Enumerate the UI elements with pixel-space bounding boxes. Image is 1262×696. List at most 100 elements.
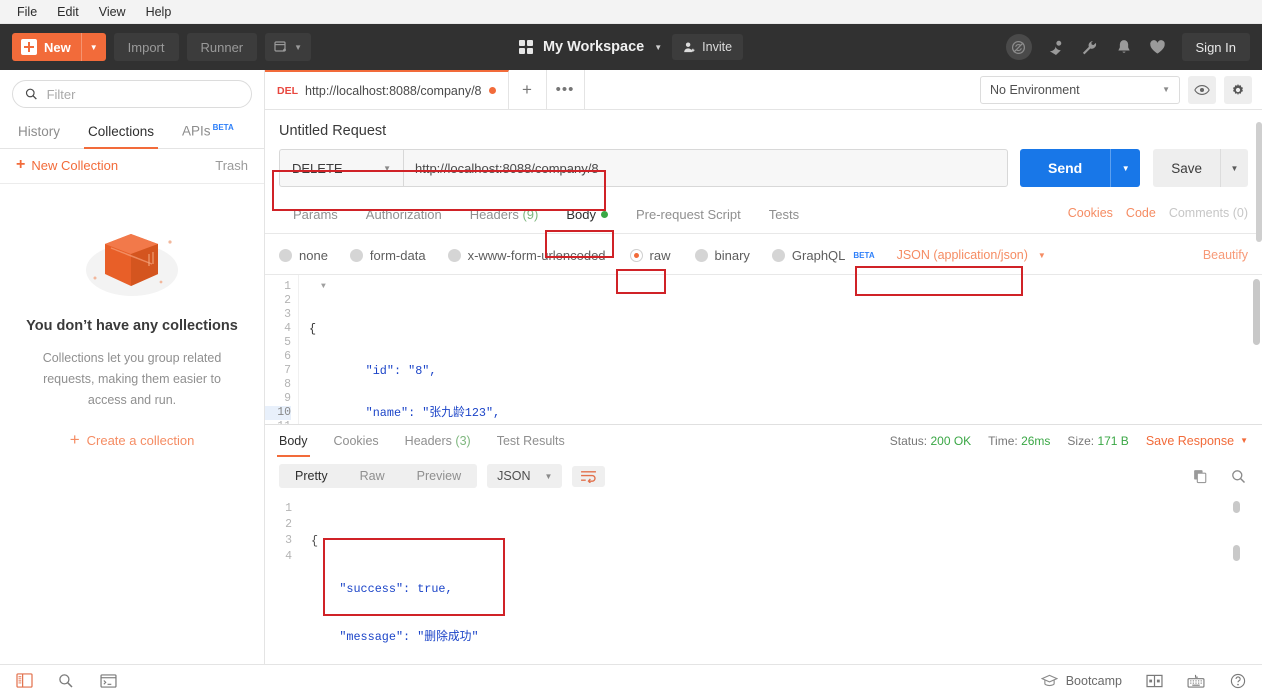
toolbar-right-group: Sign In xyxy=(1005,33,1250,61)
environment-settings-button[interactable] xyxy=(1224,75,1252,104)
response-scrollbar-thumb-2[interactable] xyxy=(1233,545,1240,561)
line-number: 4 xyxy=(284,322,291,335)
save-button[interactable]: Save xyxy=(1153,149,1220,187)
console-icon[interactable] xyxy=(98,671,118,691)
sign-in-button[interactable]: Sign In xyxy=(1181,33,1250,61)
bootcamp-button[interactable]: Bootcamp xyxy=(1040,674,1122,688)
response-body[interactable]: 1 2 3 4 { "success": true, "message": "删… xyxy=(265,495,1262,664)
url-input[interactable] xyxy=(415,160,996,176)
filter-input[interactable] xyxy=(46,86,239,102)
environment-bar: No Environment ▼ xyxy=(966,70,1262,109)
unsaved-indicator-icon xyxy=(488,87,496,94)
body-type-form-data[interactable]: form-data xyxy=(349,248,426,263)
help-icon[interactable] xyxy=(1228,671,1248,691)
tab-tests[interactable]: Tests xyxy=(755,201,813,233)
tab-body[interactable]: Body xyxy=(552,201,622,233)
send-options-button[interactable]: ▼ xyxy=(1110,149,1141,187)
menu-item-file[interactable]: File xyxy=(8,3,46,21)
environment-quick-look-button[interactable] xyxy=(1188,75,1216,104)
trash-button[interactable]: Trash xyxy=(215,158,248,173)
chevron-down-icon[interactable]: ▼ xyxy=(82,43,106,52)
response-format-select[interactable]: JSON ▼ xyxy=(487,464,563,488)
save-options-button[interactable]: ▼ xyxy=(1220,149,1248,187)
request-pane-scrollbar[interactable] xyxy=(1256,122,1262,462)
beta-badge: BETA xyxy=(853,250,875,260)
body-type-binary[interactable]: binary xyxy=(694,247,750,263)
satellite-icon[interactable] xyxy=(1046,37,1066,57)
save-group: Save ▼ xyxy=(1153,149,1248,187)
workspace-name[interactable]: My Workspace xyxy=(543,39,644,55)
tab-options-button[interactable]: ••• xyxy=(546,70,585,109)
response-tab-headers[interactable]: Headers (3) xyxy=(405,425,471,457)
response-tab-cookies[interactable]: Cookies xyxy=(334,425,379,457)
body-type-graphql[interactable]: GraphQL BETA xyxy=(771,247,875,263)
bell-icon[interactable] xyxy=(1114,37,1134,57)
save-response-button[interactable]: Save Response ▼ xyxy=(1146,434,1248,448)
two-pane-layout-icon[interactable] xyxy=(1144,671,1164,691)
filter-wrapper xyxy=(0,70,264,116)
menu-item-help[interactable]: Help xyxy=(137,3,181,21)
body-type-none[interactable]: none xyxy=(279,248,328,263)
find-icon[interactable] xyxy=(56,671,76,691)
new-window-button[interactable]: ▼ xyxy=(265,33,312,61)
new-collection-button[interactable]: + New Collection xyxy=(16,157,119,173)
response-tab-test-results[interactable]: Test Results xyxy=(497,425,565,457)
code-link[interactable]: Code xyxy=(1126,206,1156,220)
response-tab-body[interactable]: Body xyxy=(277,425,309,457)
tab-pre-request-script[interactable]: Pre-request Script xyxy=(622,201,755,233)
body-type-label: GraphQL xyxy=(791,247,846,263)
radio-icon xyxy=(349,248,363,262)
response-view-modes: Pretty Raw Preview xyxy=(279,464,478,488)
tab-label: Body xyxy=(566,207,596,222)
sidebar-tab-collections[interactable]: Collections xyxy=(74,117,168,149)
filter-box[interactable] xyxy=(12,80,252,108)
url-input-wrapper[interactable] xyxy=(403,149,1008,187)
wrench-icon[interactable] xyxy=(1080,37,1100,57)
create-collection-button[interactable]: + Create a collection xyxy=(70,431,195,448)
heart-icon[interactable] xyxy=(1148,37,1168,57)
chevron-down-icon[interactable]: ▼ xyxy=(654,43,662,52)
copy-icon[interactable] xyxy=(1190,466,1210,486)
beautify-button[interactable]: Beautify xyxy=(1203,248,1248,262)
tab-headers[interactable]: Headers (9) xyxy=(456,201,553,233)
chevron-down-icon: ▼ xyxy=(294,42,303,52)
new-collection-label: New Collection xyxy=(31,157,119,173)
menu-item-edit[interactable]: Edit xyxy=(48,3,88,21)
sidebar-tab-history[interactable]: History xyxy=(4,117,74,148)
response-scrollbar-thumb[interactable] xyxy=(1233,501,1240,513)
http-method-select[interactable]: DELETE ▼ xyxy=(279,149,403,187)
content-type-select[interactable]: JSON (application/json) ▼ xyxy=(887,245,1056,265)
comments-link[interactable]: Comments (0) xyxy=(1169,206,1248,220)
request-body-editor[interactable]: 1 2 3 4 5 6 7 8 9 10 11 ▼ { "id": "8", xyxy=(265,274,1262,424)
editor-code[interactable]: ▼ { "id": "8", "name": "张九龄123", "expira… xyxy=(299,275,1262,424)
send-button[interactable]: Send xyxy=(1019,149,1111,187)
sidebar-tab-apis[interactable]: APIs BETA xyxy=(168,116,248,148)
request-tab[interactable]: DEL http://localhost:8088/company/8 xyxy=(265,70,509,109)
tab-label: Test Results xyxy=(496,433,565,448)
environment-select[interactable]: No Environment ▼ xyxy=(980,75,1180,104)
menu-item-view[interactable]: View xyxy=(90,3,135,21)
body-type-label: binary xyxy=(714,247,750,263)
fold-arrow-icon[interactable]: ▼ xyxy=(321,280,326,294)
request-title: Untitled Request xyxy=(279,123,387,139)
cookies-link[interactable]: Cookies xyxy=(1068,206,1113,220)
grid-icon xyxy=(518,40,533,54)
keyboard-shortcuts-icon[interactable] xyxy=(1186,671,1206,691)
add-tab-button[interactable]: + xyxy=(508,70,547,109)
tab-authorization[interactable]: Authorization xyxy=(352,201,456,233)
tab-params[interactable]: Params xyxy=(279,201,352,233)
wrap-lines-button[interactable] xyxy=(572,465,606,487)
runner-button[interactable]: Runner xyxy=(186,33,258,61)
import-button[interactable]: Import xyxy=(113,33,179,61)
body-type-x-www-form-urlencoded[interactable]: x-www-form-urlencoded xyxy=(447,248,606,263)
sync-disabled-icon[interactable] xyxy=(1005,34,1032,60)
invite-button[interactable]: Invite xyxy=(672,34,744,60)
new-button[interactable]: New ▼ xyxy=(12,33,106,61)
body-type-raw[interactable]: raw xyxy=(629,248,671,263)
radio-icon xyxy=(771,248,785,262)
sidebar-toggle-icon[interactable] xyxy=(14,671,34,691)
view-mode-pretty[interactable]: Pretty xyxy=(279,464,344,488)
view-mode-preview[interactable]: Preview xyxy=(401,464,477,488)
search-icon[interactable] xyxy=(1228,466,1248,486)
view-mode-raw[interactable]: Raw xyxy=(344,464,401,488)
